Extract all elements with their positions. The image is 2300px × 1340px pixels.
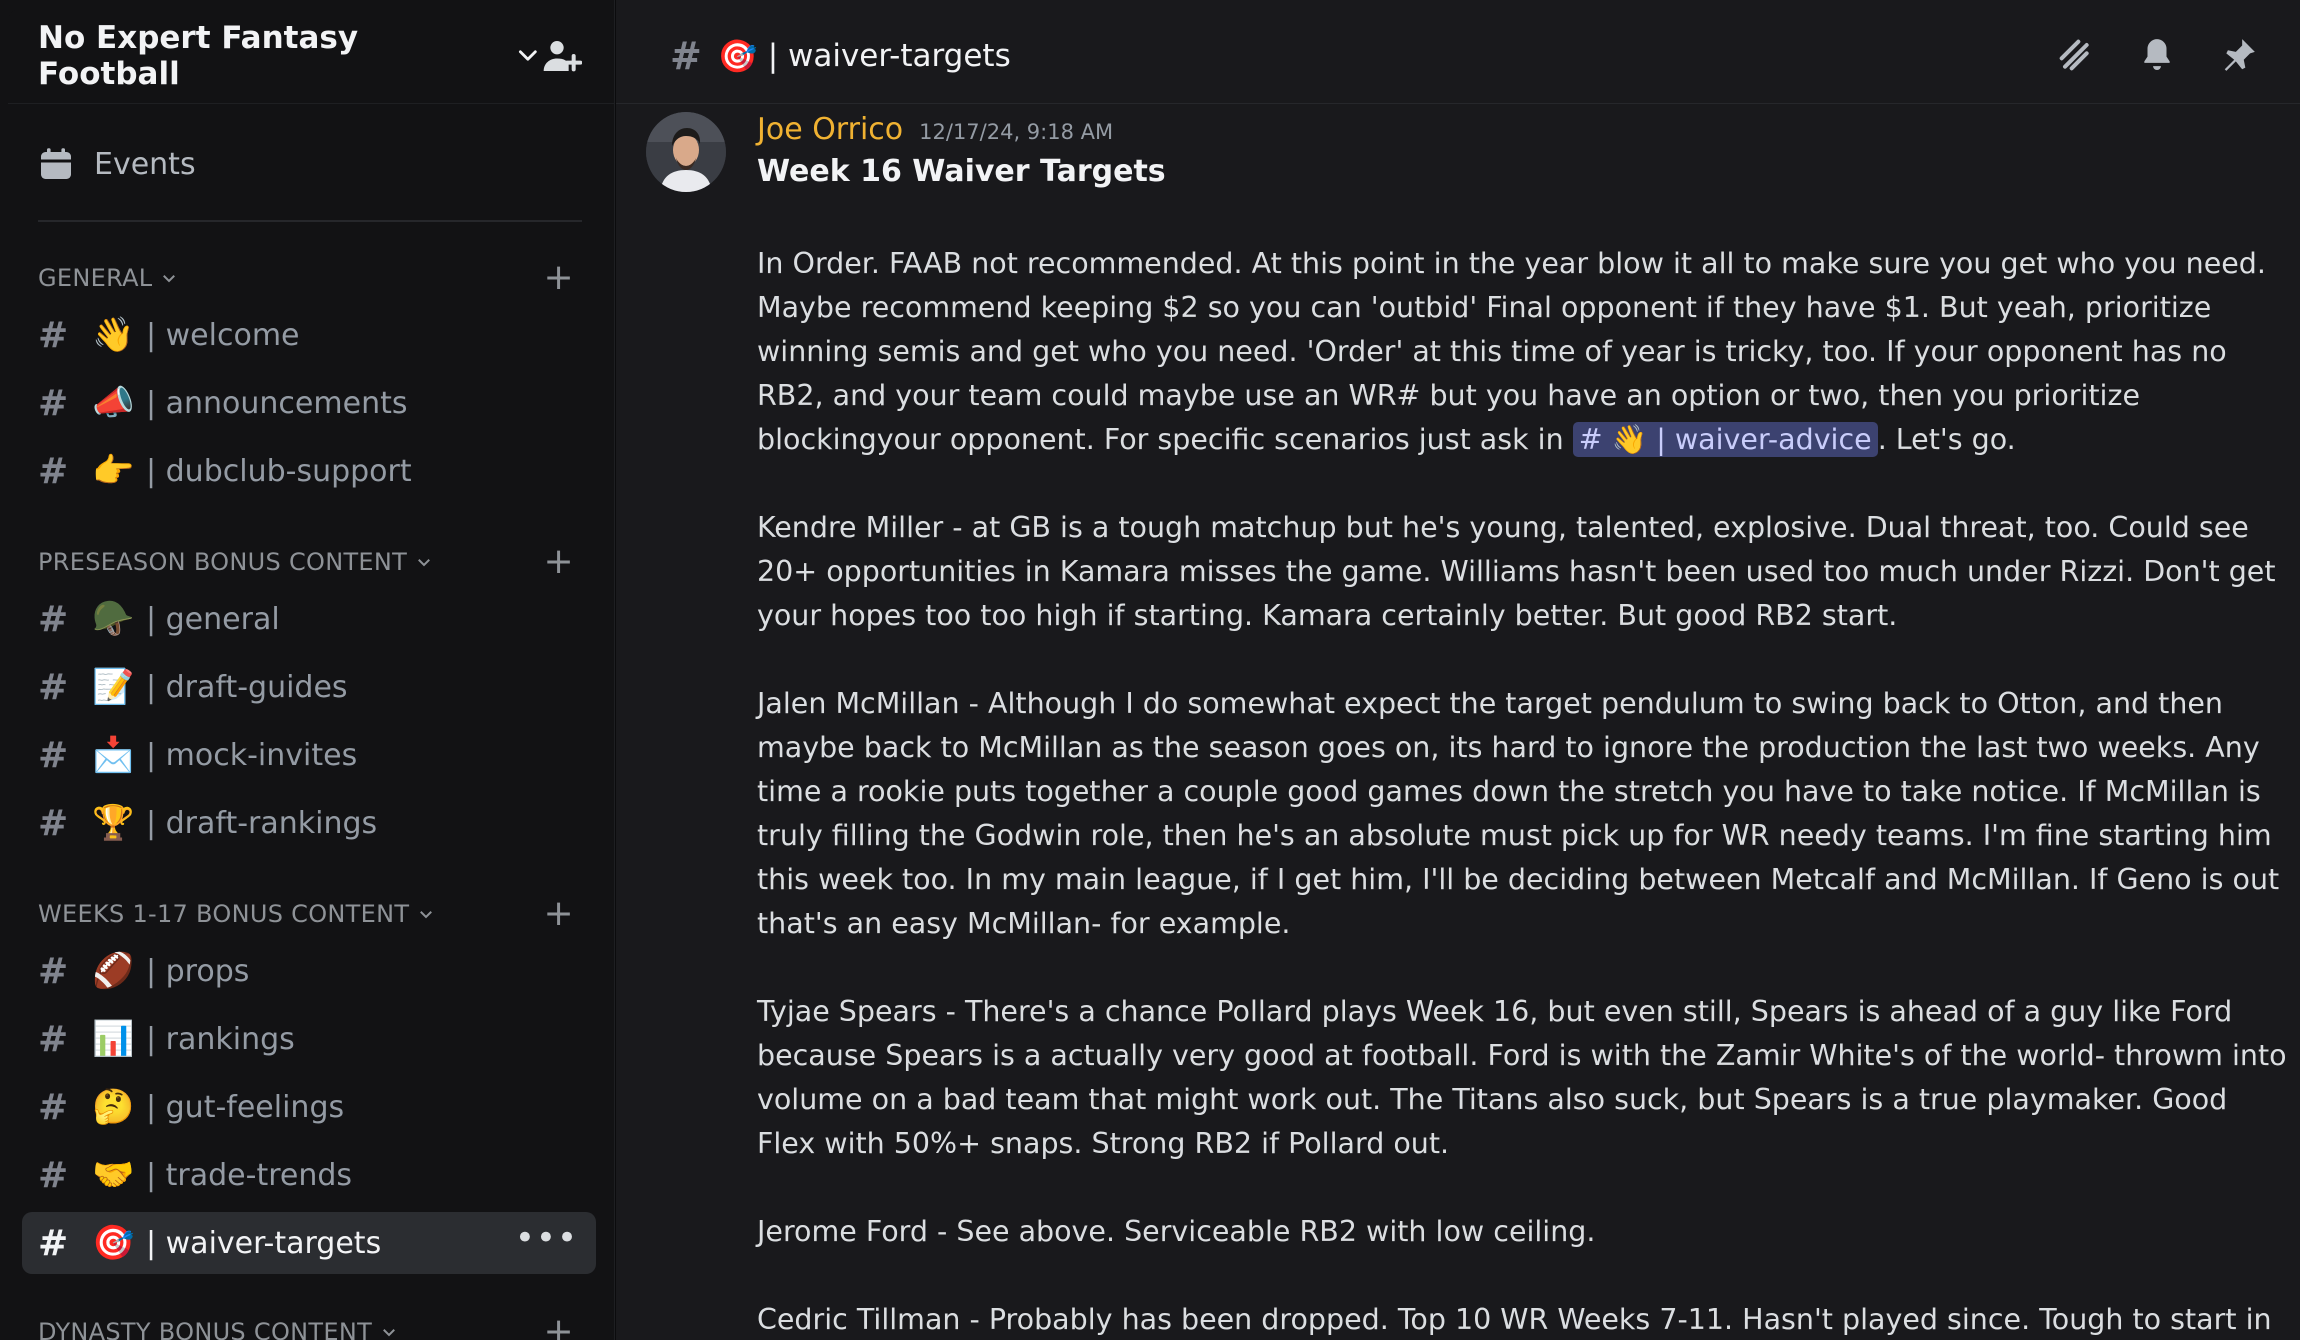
- chevron-down-icon: [420, 911, 433, 919]
- target-emoji: 🎯: [92, 1223, 135, 1263]
- calendar-icon: [41, 148, 71, 179]
- chevron-down-icon: [383, 1329, 395, 1337]
- channel-announcements[interactable]: # 📣 | announcements: [22, 372, 596, 434]
- channel-props[interactable]: # 🏈 | props: [22, 940, 596, 1002]
- category-dynasty-bonus-content[interactable]: DYNASTY BONUS CONTENT +: [38, 1312, 582, 1340]
- threads-icon[interactable]: [2054, 34, 2096, 76]
- text-channel-icon: #: [38, 1222, 69, 1264]
- paragraph-text: In Order. FAAB not recommended. At this …: [757, 247, 2266, 456]
- chevron-down-icon: [163, 275, 176, 283]
- message-paragraph: Kendre Miller - at GB is a tough matchup…: [757, 511, 2276, 632]
- chat-panel: # 🎯 | waiver-targets Joe Orrico 12/17/24…: [616, 0, 2300, 1340]
- channel-label: | rankings: [146, 1021, 295, 1057]
- channel-label: | draft-guides: [146, 669, 348, 705]
- paragraph-text: . Let's go.: [1877, 423, 2016, 456]
- invite-people-icon[interactable]: [541, 34, 584, 78]
- channel-label: | draft-rankings: [146, 805, 378, 841]
- channel-mock-invites[interactable]: # 📩 | mock-invites: [22, 724, 596, 786]
- sidebar-divider: [38, 220, 582, 222]
- message-timestamp: 12/17/24, 9:18 AM: [919, 120, 1114, 144]
- channel-sidebar: No Expert Fantasy Football Events GENERA…: [0, 0, 615, 1340]
- channel-header: # 🎯 | waiver-targets: [616, 8, 2300, 104]
- channel-label: | trade-trends: [146, 1157, 353, 1193]
- channel-gut-feelings[interactable]: # 🤔 | gut-feelings: [22, 1076, 596, 1138]
- notification-bell-icon[interactable]: [2136, 34, 2178, 76]
- add-channel-icon[interactable]: +: [544, 260, 574, 296]
- megaphone-emoji: 📣: [92, 383, 135, 423]
- server-name: No Expert Fantasy Football: [38, 19, 359, 92]
- football-emoji: 🏈: [92, 951, 135, 991]
- helmet-emoji: 🪖: [92, 599, 135, 639]
- category-label: DYNASTY BONUS CONTENT: [38, 1318, 373, 1340]
- channel-label: | announcements: [146, 385, 408, 421]
- message-title: Week 16 Waiver Targets: [757, 154, 1166, 189]
- channel-label: | dubclub-support: [146, 453, 412, 489]
- text-channel-icon: #: [38, 734, 69, 776]
- text-channel-icon: #: [38, 666, 69, 708]
- events-label: Events: [94, 146, 196, 182]
- text-channel-icon: #: [38, 1086, 69, 1128]
- handshake-emoji: 🤝: [92, 1155, 135, 1195]
- text-channel-icon: #: [38, 1018, 69, 1060]
- events-link[interactable]: Events: [38, 138, 578, 190]
- text-channel-icon: #: [38, 802, 69, 844]
- message-paragraph: Jerome Ford - See above. Serviceable RB2…: [757, 1215, 1596, 1248]
- category-label: WEEKS 1-17 BONUS CONTENT: [38, 900, 410, 928]
- trophy-emoji: 🏆: [92, 803, 135, 843]
- channel-rankings[interactable]: # 📊 | rankings: [22, 1008, 596, 1070]
- server-header[interactable]: No Expert Fantasy Football: [8, 8, 614, 104]
- text-channel-icon: #: [38, 598, 69, 640]
- channel-label: | props: [146, 953, 250, 989]
- bar-chart-emoji: 📊: [92, 1019, 135, 1059]
- message-paragraph: Tyjae Spears - There's a chance Pollard …: [757, 995, 2287, 1160]
- message-paragraph: In Order. FAAB not recommended. At this …: [757, 242, 2287, 462]
- text-channel-icon: #: [38, 450, 69, 492]
- add-channel-icon[interactable]: +: [544, 1314, 574, 1340]
- channel-draft-rankings[interactable]: # 🏆 | draft-rankings: [22, 792, 596, 854]
- channel-mention-waiver-advice[interactable]: # 👋 | waiver-advice: [1572, 422, 1878, 457]
- category-preseason-bonus-content[interactable]: PRESEASON BONUS CONTENT +: [38, 542, 582, 582]
- channel-label: | general: [146, 601, 280, 637]
- category-label: GENERAL: [38, 264, 153, 292]
- channel-dubclub-support[interactable]: # 👉 | dubclub-support: [22, 440, 596, 502]
- channel-general[interactable]: # 🪖 | general: [22, 588, 596, 650]
- avatar[interactable]: [646, 112, 726, 192]
- pinned-messages-icon[interactable]: [2218, 34, 2260, 76]
- channel-welcome[interactable]: # 👋 | welcome: [22, 304, 596, 366]
- envelope-emoji: 📩: [92, 735, 135, 775]
- add-channel-icon[interactable]: +: [544, 896, 574, 932]
- memo-emoji: 📝: [92, 667, 135, 707]
- text-channel-icon: #: [38, 1154, 69, 1196]
- more-options-icon[interactable]: •••: [515, 1218, 578, 1258]
- text-channel-icon: #: [38, 950, 69, 992]
- waving-hand-emoji: 👋: [92, 315, 135, 355]
- channel-label: | waiver-targets: [146, 1225, 382, 1261]
- channel-title: | waiver-targets: [767, 37, 1011, 74]
- message-content: Joe Orrico 12/17/24, 9:18 AM Week 16 Wai…: [757, 112, 2287, 1340]
- channel-label: | mock-invites: [146, 737, 358, 773]
- category-label: PRESEASON BONUS CONTENT: [38, 548, 408, 576]
- channel-waiver-targets[interactable]: # 🎯 | waiver-targets •••: [22, 1212, 596, 1274]
- target-emoji: 🎯: [717, 36, 758, 75]
- message-header: Joe Orrico 12/17/24, 9:18 AM: [757, 112, 2287, 150]
- channel-trade-trends[interactable]: # 🤝 | trade-trends: [22, 1144, 596, 1206]
- message-paragraph: Cedric Tillman - Probably has been dropp…: [757, 1303, 2272, 1336]
- add-channel-icon[interactable]: +: [544, 544, 574, 580]
- author-name[interactable]: Joe Orrico: [757, 112, 903, 147]
- text-channel-icon: #: [670, 33, 702, 78]
- header-toolbar: [2054, 34, 2260, 76]
- chevron-down-icon: [418, 559, 431, 567]
- thinking-face-emoji: 🤔: [92, 1087, 135, 1127]
- server-name-button[interactable]: No Expert Fantasy Football: [38, 20, 541, 92]
- text-channel-icon: #: [38, 382, 69, 424]
- pointing-right-emoji: 👉: [92, 451, 135, 491]
- chevron-down-icon: [518, 49, 537, 61]
- channel-label: | gut-feelings: [146, 1089, 345, 1125]
- message-paragraph: Jalen McMillan - Although I do somewhat …: [757, 687, 2280, 940]
- category-weeks-bonus-content[interactable]: WEEKS 1-17 BONUS CONTENT +: [38, 894, 582, 934]
- category-general[interactable]: GENERAL +: [38, 258, 582, 298]
- channel-draft-guides[interactable]: # 📝 | draft-guides: [22, 656, 596, 718]
- channel-label: | welcome: [146, 317, 300, 353]
- text-channel-icon: #: [38, 314, 69, 356]
